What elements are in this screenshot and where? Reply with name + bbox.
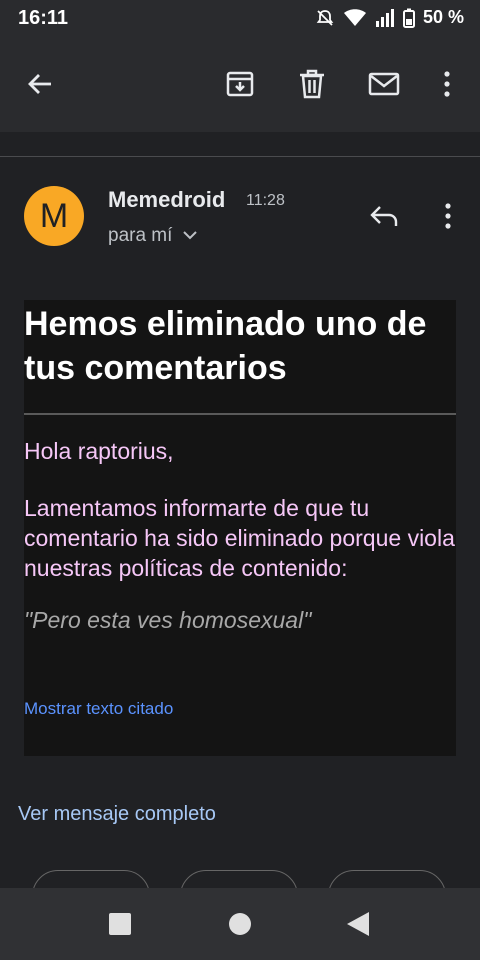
signal-icon bbox=[375, 8, 395, 28]
recipient-details-toggle[interactable]: para mí bbox=[108, 225, 198, 247]
status-icons: 50 % bbox=[315, 7, 464, 28]
archive-icon[interactable] bbox=[222, 66, 258, 102]
sender-row: M Memedroid 11:28 para mí bbox=[0, 180, 480, 260]
mail-icon[interactable] bbox=[366, 66, 402, 102]
email-toolbar bbox=[0, 36, 480, 132]
reply-chip[interactable] bbox=[32, 870, 150, 890]
back-nav-icon[interactable] bbox=[344, 910, 372, 938]
reply-all-chip[interactable] bbox=[180, 870, 298, 890]
reply-actions-row bbox=[0, 870, 480, 890]
forward-chip[interactable] bbox=[328, 870, 446, 890]
avatar[interactable]: M bbox=[24, 186, 84, 246]
back-arrow-icon[interactable] bbox=[22, 66, 58, 102]
sender-name: Memedroid bbox=[108, 187, 226, 212]
status-bar: 16:11 50 % bbox=[0, 0, 480, 36]
trash-icon[interactable] bbox=[294, 66, 330, 102]
wifi-icon bbox=[343, 8, 367, 28]
chevron-down-icon bbox=[182, 225, 198, 247]
status-time: 16:11 bbox=[18, 7, 69, 29]
android-nav-bar bbox=[0, 888, 480, 960]
bell-off-icon bbox=[315, 8, 335, 28]
subject-strip bbox=[0, 132, 480, 157]
battery-icon bbox=[402, 8, 415, 28]
reply-icon[interactable] bbox=[366, 198, 402, 234]
email-greeting: Hola raptorius, bbox=[24, 438, 174, 464]
view-full-message-link[interactable]: Ver mensaje completo bbox=[18, 803, 216, 826]
message-more-icon[interactable] bbox=[430, 198, 466, 234]
home-icon[interactable] bbox=[226, 910, 254, 938]
recipient-label: para mí bbox=[108, 225, 173, 246]
sender-time: 11:28 bbox=[246, 192, 285, 209]
more-vert-icon[interactable] bbox=[429, 66, 465, 102]
battery-percent: 50 % bbox=[422, 7, 464, 27]
email-divider bbox=[24, 413, 456, 415]
email-body-text: Lamentamos informarte de que tu comentar… bbox=[24, 495, 455, 581]
email-title: Hemos eliminado uno de tus comentarios bbox=[24, 305, 427, 387]
show-quoted-text-link[interactable]: Mostrar texto citado bbox=[24, 699, 173, 719]
recents-icon[interactable] bbox=[106, 910, 134, 938]
quoted-comment: "Pero esta ves homosexual" bbox=[24, 607, 312, 633]
email-body-card: Hemos eliminado uno de tus comentarios H… bbox=[24, 300, 456, 756]
